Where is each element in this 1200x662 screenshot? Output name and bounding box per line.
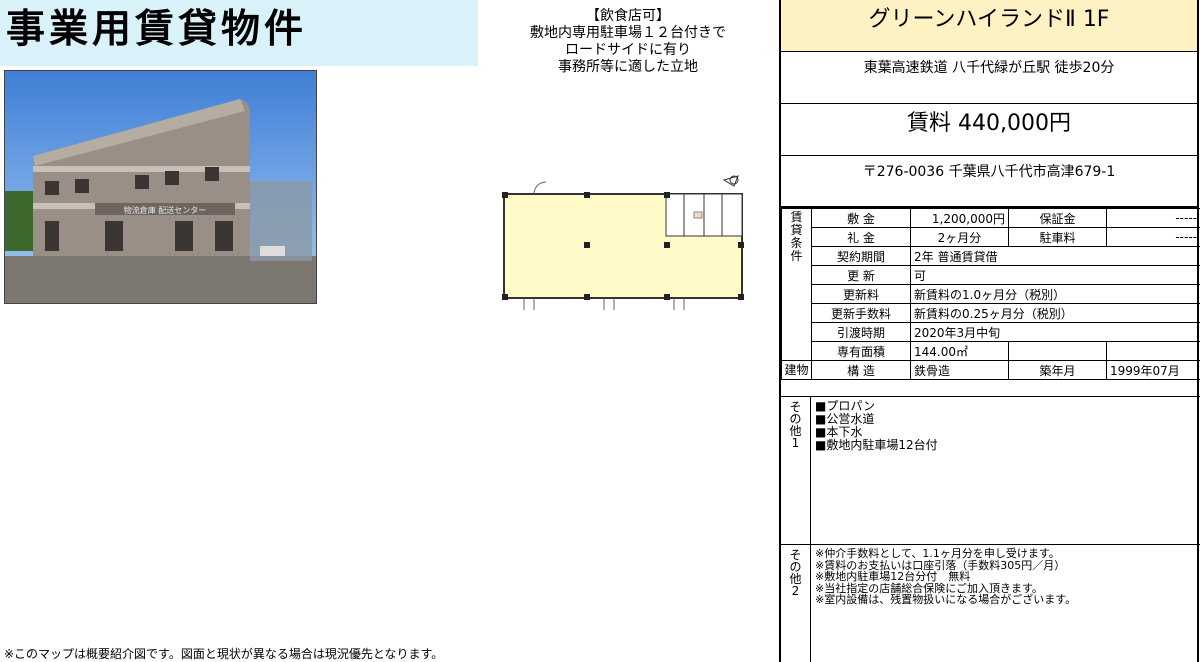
property-address: 〒276-0036 千葉県八千代市高津679-1 <box>781 156 1197 208</box>
renewal-fee-value: 新賃料の1.0ヶ月分（税別） <box>910 284 1200 304</box>
list-item: ※室内設備は、残置物扱いになる場合がございます。 <box>815 593 1077 606</box>
handover-label: 引渡時期 <box>811 322 911 342</box>
key-money-value: 2ヶ月分 <box>910 227 1009 247</box>
note-line: 【飲食店可】 <box>586 8 670 24</box>
note-line: ロードサイドに有り <box>565 42 691 58</box>
other-1-list: ■プロパン ■公営水道 ■本下水 ■敷地内駐車場12台付 <box>815 400 938 452</box>
area-value: 144.00㎡ <box>910 341 1009 361</box>
footer-disclaimer: ※このマップは概要紹介図です。図面と現状が異なる場合は現況優先となります。 <box>4 647 444 661</box>
property-panel: グリーンハイランドⅡ 1F 東葉高速鉄道 八千代緑が丘駅 徒歩20分 賃料 44… <box>779 0 1200 662</box>
list-item: ※敷地内駐車場12台分付 無料 <box>815 570 971 583</box>
table-row: 更新手数料 新賃料の0.25ヶ月分（税別） <box>782 303 1200 323</box>
guarantee-label: 保証金 <box>1008 208 1107 228</box>
other-section-1: そ の 他 1 ■プロパン ■公営水道 ■本下水 ■敷地内駐車場12台付 <box>781 396 1200 544</box>
table-row: 引渡時期 2020年3月中旬 <box>782 322 1200 342</box>
empty-cell <box>1106 341 1200 361</box>
table-row: 賃 貸 条 件 敷 金 1,200,000円 保証金 ----- <box>781 208 1200 361</box>
handover-value: 2020年3月中旬 <box>910 322 1200 342</box>
renewal-commission-label: 更新手数料 <box>811 303 911 323</box>
deposit-label: 敷 金 <box>811 208 911 228</box>
building-label: 建物 <box>781 360 812 380</box>
note-line: 敷地内専用駐車場１２台付きで <box>530 25 726 41</box>
floor-plan <box>494 172 752 318</box>
table-row: 更新料 新賃料の1.0ヶ月分（税別） <box>782 284 1200 304</box>
renewal-label: 更 新 <box>811 265 911 285</box>
area-label: 専有面積 <box>811 341 911 361</box>
table-row: 更 新 可 <box>782 265 1200 285</box>
building-photo: 物流倉庫 配送センター <box>4 70 317 304</box>
built-label: 築年月 <box>1008 360 1107 380</box>
structure-label: 構 造 <box>811 360 911 380</box>
table-row: 契約期間 2年 普通賃貸借 <box>782 246 1200 266</box>
structure-value: 鉄骨造 <box>910 360 1009 380</box>
table-row: 建物 構 造 鉄骨造 築年月 1999年07月 <box>781 360 1200 380</box>
other-2-label: そ の 他 2 <box>781 545 811 662</box>
property-name: グリーンハイランドⅡ 1F <box>781 0 1197 52</box>
page-title: 事業用賃貸物件 <box>6 7 308 52</box>
empty-cell <box>1008 341 1107 361</box>
deposit-value: 1,200,000円 <box>910 208 1009 228</box>
contract-value: 2年 普通賃貸借 <box>910 246 1200 266</box>
rental-terms-table: 賃 貸 条 件 敷 金 1,200,000円 保証金 ----- 礼 金 2ヶ月… <box>781 208 1200 380</box>
renewal-value: 可 <box>910 265 1200 285</box>
guarantee-value: ----- <box>1106 208 1200 228</box>
photo-sign-text: 物流倉庫 配送センター <box>124 205 207 215</box>
list-item: ■敷地内駐車場12台付 <box>815 438 938 452</box>
rental-terms-label: 賃 貸 条 件 <box>781 208 812 361</box>
key-money-label: 礼 金 <box>811 227 911 247</box>
renewal-commission-value: 新賃料の0.25ヶ月分（税別） <box>910 303 1200 323</box>
built-value: 1999年07月 <box>1106 360 1200 380</box>
contract-label: 契約期間 <box>811 246 911 266</box>
list-item: ※仲介手数料として、1.1ヶ月分を申し受けます。 <box>815 547 1060 560</box>
other-2-list: ※仲介手数料として、1.1ヶ月分を申し受けます。 ※賃料のお支払いは口座引落（手… <box>815 548 1076 606</box>
other-section-2: そ の 他 2 ※仲介手数料として、1.1ヶ月分を申し受けます。 ※賃料のお支払… <box>781 544 1200 662</box>
parking-label: 駐車料 <box>1008 227 1107 247</box>
notes-top: 【飲食店可】 敷地内専用駐車場１２台付きで ロードサイドに有り 事務所等に適した… <box>478 8 778 76</box>
renewal-fee-label: 更新料 <box>811 284 911 304</box>
nearest-station: 東葉高速鉄道 八千代緑が丘駅 徒歩20分 <box>781 52 1197 104</box>
parking-value: ----- <box>1106 227 1200 247</box>
other-1-label: そ の 他 1 <box>781 397 811 544</box>
table-row: 専有面積 144.00㎡ <box>782 341 1200 361</box>
table-row: 礼 金 2ヶ月分 駐車料 ----- <box>782 227 1200 247</box>
note-line: 事務所等に適した立地 <box>558 59 698 75</box>
rent-amount: 賃料 440,000円 <box>781 104 1197 156</box>
